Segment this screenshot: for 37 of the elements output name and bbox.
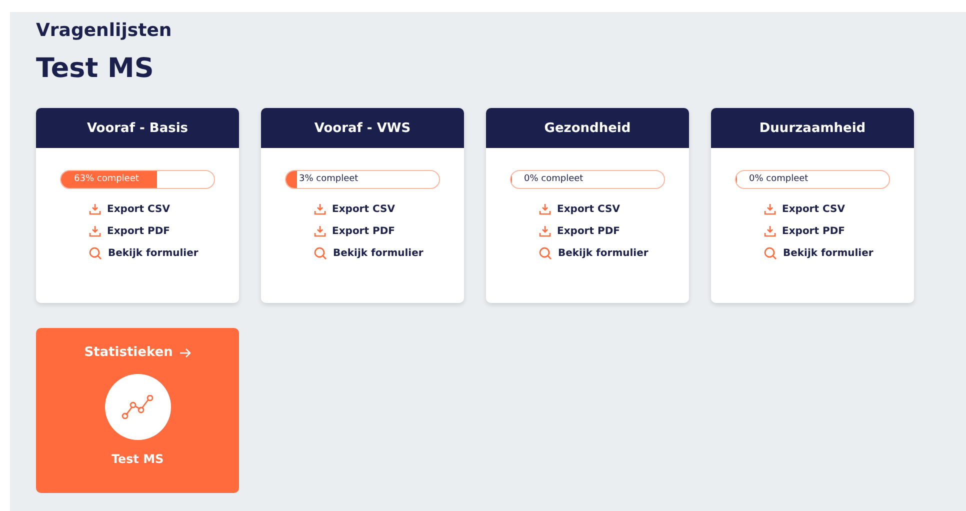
search-icon xyxy=(314,247,327,260)
download-icon xyxy=(314,225,326,237)
progress-label: 63% compleet xyxy=(74,174,139,184)
search-icon xyxy=(89,247,102,260)
action-link[interactable]: Export PDF xyxy=(764,225,874,237)
line-chart-icon xyxy=(120,395,154,419)
card-title: Vooraf - Basis xyxy=(36,108,239,148)
action-link[interactable]: Export CSV xyxy=(539,203,648,215)
download-icon xyxy=(89,225,101,237)
download-icon xyxy=(314,203,326,215)
action-link[interactable]: Bekijk formulier xyxy=(539,247,648,260)
action-link[interactable]: Export CSV xyxy=(764,203,874,215)
action-link[interactable]: Export CSV xyxy=(314,203,424,215)
download-icon xyxy=(764,203,776,215)
card-title: Vooraf - VWS xyxy=(261,108,464,148)
breadcrumb: Vragenlijsten xyxy=(36,20,173,41)
action-link[interactable]: Export PDF xyxy=(539,225,648,237)
progress-label: 0% compleet xyxy=(524,174,584,184)
action-link[interactable]: Bekijk formulier xyxy=(314,247,424,260)
action-link[interactable]: Bekijk formulier xyxy=(764,247,874,260)
search-icon xyxy=(539,247,552,260)
statistics-name: Test MS xyxy=(111,452,164,466)
progress-label: 0% compleet xyxy=(749,174,808,184)
download-icon xyxy=(764,225,776,237)
action-link[interactable]: Export PDF xyxy=(89,225,198,237)
search-icon xyxy=(764,247,777,260)
card-title: Duurzaamheid xyxy=(711,108,914,148)
card-title: Gezondheid xyxy=(486,108,689,148)
action-link[interactable]: Export PDF xyxy=(314,225,424,237)
download-icon xyxy=(539,225,551,237)
progress-label: 3% compleet xyxy=(299,174,358,184)
action-link[interactable]: Export CSV xyxy=(89,203,198,215)
download-icon xyxy=(539,203,551,215)
arrow-right-icon xyxy=(178,348,191,358)
download-icon xyxy=(89,203,101,215)
page-title: Test MS xyxy=(36,53,155,84)
action-link[interactable]: Bekijk formulier xyxy=(89,247,198,260)
